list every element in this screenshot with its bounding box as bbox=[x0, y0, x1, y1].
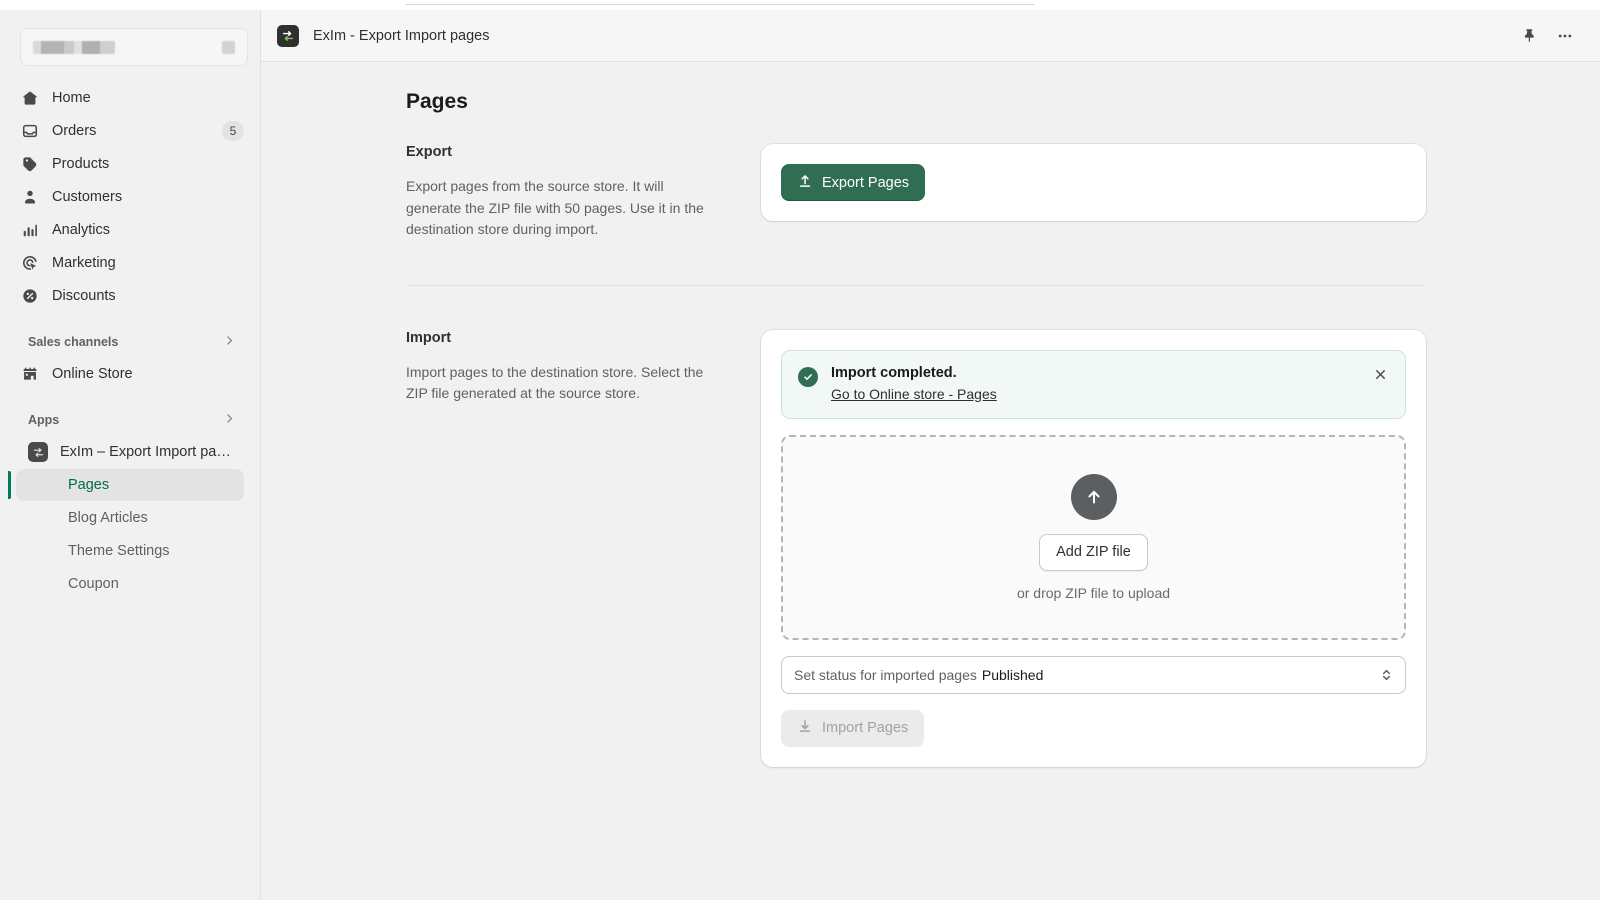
import-pages-button-label: Import Pages bbox=[822, 720, 909, 736]
sidebar-item-home[interactable]: Home bbox=[8, 82, 252, 114]
app-frame: Home Orders 5 Products Customers Analyti… bbox=[0, 10, 1600, 900]
export-up-arrow-icon bbox=[797, 173, 813, 193]
exim-transfer-icon bbox=[277, 24, 299, 47]
sidebar-item-label: Coupon bbox=[68, 576, 119, 592]
sidebar-item-customers[interactable]: Customers bbox=[8, 181, 252, 213]
import-card: Import completed. Go to Online store - P… bbox=[761, 329, 1426, 767]
import-description-column: Import Import pages to the destination s… bbox=[406, 330, 761, 767]
sidebar-item-label: Customers bbox=[52, 189, 123, 205]
import-success-banner: Import completed. Go to Online store - P… bbox=[781, 349, 1406, 419]
storefront-icon bbox=[20, 364, 40, 384]
pages-settings-page: Pages Export Export pages from the sourc… bbox=[261, 62, 1600, 767]
zip-dropzone[interactable]: Add ZIP file or drop ZIP file to upload bbox=[781, 434, 1406, 640]
import-status-select-value: Published bbox=[981, 666, 1044, 683]
close-x-icon[interactable] bbox=[1369, 364, 1391, 386]
sidebar-item-label: Online Store bbox=[52, 366, 133, 382]
sidebar-item-discounts[interactable]: Discounts bbox=[8, 280, 252, 312]
sidebar-item-theme-settings[interactable]: Theme Settings bbox=[16, 535, 244, 567]
sidebar-item-label: Analytics bbox=[52, 222, 111, 238]
customers-person-icon bbox=[20, 187, 40, 207]
import-status-select-label: Set status for imported pages bbox=[794, 666, 977, 683]
pin-icon[interactable] bbox=[1514, 21, 1544, 51]
sidebar-item-label: Theme Settings bbox=[68, 543, 170, 559]
sidebar-item-marketing[interactable]: Marketing bbox=[8, 247, 252, 279]
marketing-target-icon bbox=[20, 253, 40, 273]
sidebar-item-online-store[interactable]: Online Store bbox=[8, 358, 252, 390]
sidebar-item-exim-app[interactable]: ExIm – Export Import pa… bbox=[16, 436, 244, 468]
sidebar-item-analytics[interactable]: Analytics bbox=[8, 214, 252, 246]
page-title: Pages bbox=[406, 90, 468, 113]
page-content: Pages Export Export pages from the sourc… bbox=[261, 62, 1600, 900]
main-column: ExIm - Export Import pages Pages Export … bbox=[261, 10, 1600, 900]
export-pages-button[interactable]: Export Pages bbox=[781, 164, 926, 201]
export-pages-button-label: Export Pages bbox=[822, 174, 910, 191]
analytics-bars-icon bbox=[20, 220, 40, 240]
import-row: Import Import pages to the destination s… bbox=[406, 329, 1600, 767]
top-strip bbox=[0, 0, 1600, 10]
sidebar: Home Orders 5 Products Customers Analyti… bbox=[0, 10, 261, 900]
sidebar-item-label: Marketing bbox=[52, 255, 116, 271]
sidebar-section-sales-channels[interactable]: Sales channels bbox=[16, 328, 244, 356]
store-switcher-chevron-icon bbox=[222, 40, 235, 54]
discounts-percent-icon bbox=[20, 286, 40, 306]
sidebar-item-label: Discounts bbox=[52, 288, 116, 304]
sidebar-item-pages[interactable]: Pages bbox=[8, 469, 244, 501]
home-icon bbox=[20, 88, 40, 108]
add-zip-file-button[interactable]: Add ZIP file bbox=[1039, 533, 1148, 571]
sidebar-item-label: Products bbox=[52, 156, 110, 172]
app-topbar: ExIm - Export Import pages bbox=[261, 10, 1600, 62]
section-label: Apps bbox=[28, 413, 60, 427]
import-section-description: Import pages to the destination store. S… bbox=[406, 363, 704, 402]
banner-link[interactable]: Go to Online store - Pages bbox=[831, 386, 997, 402]
export-row: Export Export pages from the source stor… bbox=[406, 144, 1600, 241]
sidebar-item-label: Pages bbox=[68, 477, 110, 493]
upload-arrow-icon bbox=[1070, 473, 1117, 520]
sidebar-item-blog-articles[interactable]: Blog Articles bbox=[16, 502, 244, 534]
import-pages-button[interactable]: Import Pages bbox=[781, 709, 925, 747]
top-strip-divider bbox=[405, 4, 1035, 5]
export-section-description: Export pages from the source store. It w… bbox=[406, 178, 704, 237]
chevron-right-icon bbox=[223, 412, 236, 428]
sidebar-item-orders[interactable]: Orders 5 bbox=[8, 115, 252, 147]
export-section-title: Export bbox=[406, 144, 452, 160]
chevron-updown-icon bbox=[1380, 667, 1393, 682]
ellipsis-icon[interactable] bbox=[1550, 21, 1580, 51]
sidebar-item-label: Blog Articles bbox=[68, 510, 148, 526]
store-switcher[interactable] bbox=[20, 28, 248, 66]
dropzone-hint: or drop ZIP file to upload bbox=[1016, 584, 1171, 601]
import-card-column: Import completed. Go to Online store - P… bbox=[761, 329, 1426, 767]
banner-text-block: Import completed. Go to Online store - P… bbox=[831, 365, 997, 404]
sidebar-item-coupon[interactable]: Coupon bbox=[16, 568, 244, 600]
sidebar-item-label: ExIm – Export Import pa… bbox=[60, 444, 231, 460]
chevron-right-icon bbox=[223, 334, 236, 350]
export-description-column: Export Export pages from the source stor… bbox=[406, 144, 761, 241]
export-card: Export Pages bbox=[761, 144, 1426, 221]
export-card-column: Export Pages bbox=[761, 144, 1426, 241]
orders-inbox-icon bbox=[20, 121, 40, 141]
import-section-title: Import bbox=[406, 329, 452, 346]
banner-title: Import completed. bbox=[831, 364, 957, 381]
sidebar-item-label: Home bbox=[52, 90, 91, 106]
check-circle-icon bbox=[798, 366, 818, 387]
sidebar-item-label: Orders bbox=[52, 123, 97, 139]
import-down-arrow-icon bbox=[797, 718, 813, 738]
sidebar-item-products[interactable]: Products bbox=[8, 148, 252, 180]
primary-nav: Home Orders 5 Products Customers Analyti… bbox=[0, 82, 260, 600]
orders-badge: 5 bbox=[222, 121, 244, 141]
exim-transfer-icon bbox=[28, 442, 48, 462]
import-status-select[interactable]: Set status for imported pages Published bbox=[781, 655, 1406, 694]
sidebar-section-apps[interactable]: Apps bbox=[16, 406, 244, 434]
section-label: Sales channels bbox=[28, 335, 119, 349]
store-name-redacted bbox=[33, 40, 115, 54]
app-title: ExIm - Export Import pages bbox=[313, 27, 490, 44]
products-tag-icon bbox=[20, 154, 40, 174]
section-divider bbox=[406, 284, 1425, 286]
